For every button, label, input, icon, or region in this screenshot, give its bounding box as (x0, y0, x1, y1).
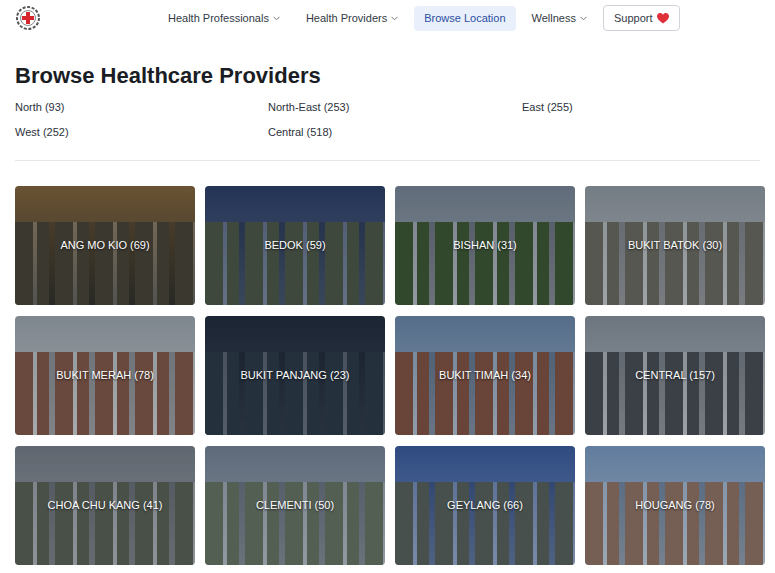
top-nav: Health Professionals Health Providers Brow… (0, 0, 775, 36)
location-label[interactable]: BEDOK (59) (264, 238, 325, 253)
nav-item[interactable]: Health Providers (296, 6, 408, 31)
nav-label[interactable]: Support (614, 12, 653, 24)
chevron-down-icon[interactable] (580, 16, 587, 21)
nav-item[interactable]: Browse Location (414, 6, 515, 31)
support-button[interactable]: Support (603, 5, 680, 31)
location-card[interactable]: HOUGANG (78) (585, 446, 765, 565)
region-link[interactable]: East (255) (522, 95, 760, 120)
divider (15, 160, 760, 161)
location-card[interactable]: CHOA CHU KANG (41) (15, 446, 195, 565)
location-label[interactable]: CHOA CHU KANG (41) (48, 498, 163, 513)
location-label[interactable]: BUKIT MERAH (78) (56, 368, 154, 383)
location-card[interactable]: BEDOK (59) (205, 186, 385, 305)
page-title: Browse Healthcare Providers (15, 62, 760, 90)
location-card[interactable]: BUKIT MERAH (78) (15, 316, 195, 435)
nav-label[interactable]: Health Professionals (168, 12, 269, 24)
heart-icon[interactable] (657, 13, 669, 24)
location-label[interactable]: ANG MO KIO (69) (60, 238, 149, 253)
location-label[interactable]: HOUGANG (78) (635, 498, 714, 513)
logo-icon[interactable] (16, 6, 40, 30)
location-card[interactable]: BUKIT PANJANG (23) (205, 316, 385, 435)
region-link[interactable]: West (252) (15, 120, 268, 145)
nav-menu: Health Professionals Health Providers Brow… (40, 5, 775, 31)
location-label[interactable]: GEYLANG (66) (447, 498, 523, 513)
location-card[interactable]: CENTRAL (157) (585, 316, 765, 435)
chevron-down-icon[interactable] (273, 16, 280, 21)
location-label[interactable]: CENTRAL (157) (635, 368, 715, 383)
location-label[interactable]: BUKIT BATOK (30) (628, 238, 722, 253)
location-label[interactable]: BUKIT PANJANG (23) (240, 368, 349, 383)
region-list: North (93)North-East (253)East (255) West… (15, 95, 760, 145)
location-label[interactable]: BISHAN (31) (453, 238, 517, 253)
location-card[interactable]: CLEMENTI (50) (205, 446, 385, 565)
nav-label[interactable]: Browse Location (424, 12, 505, 24)
region-link[interactable]: Central (518) (268, 120, 522, 145)
location-card[interactable]: ANG MO KIO (69) (15, 186, 195, 305)
nav-label[interactable]: Health Providers (306, 12, 387, 24)
location-card[interactable]: BUKIT TIMAH (34) (395, 316, 575, 435)
chevron-down-icon[interactable] (391, 16, 398, 21)
location-label[interactable]: BUKIT TIMAH (34) (439, 368, 531, 383)
region-link[interactable]: North (93) (15, 95, 268, 120)
nav-item[interactable]: Wellness (522, 6, 597, 31)
location-card[interactable]: GEYLANG (66) (395, 446, 575, 565)
location-grid: ANG MO KIO (69) BEDOK (59) BISHAN (31) BUKI… (15, 186, 765, 565)
nav-item[interactable]: Health Professionals (158, 6, 290, 31)
location-label[interactable]: CLEMENTI (50) (256, 498, 334, 513)
location-card[interactable]: BUKIT BATOK (30) (585, 186, 765, 305)
location-card[interactable]: BISHAN (31) (395, 186, 575, 305)
region-link[interactable]: North-East (253) (268, 95, 522, 120)
nav-label[interactable]: Wellness (532, 12, 576, 24)
